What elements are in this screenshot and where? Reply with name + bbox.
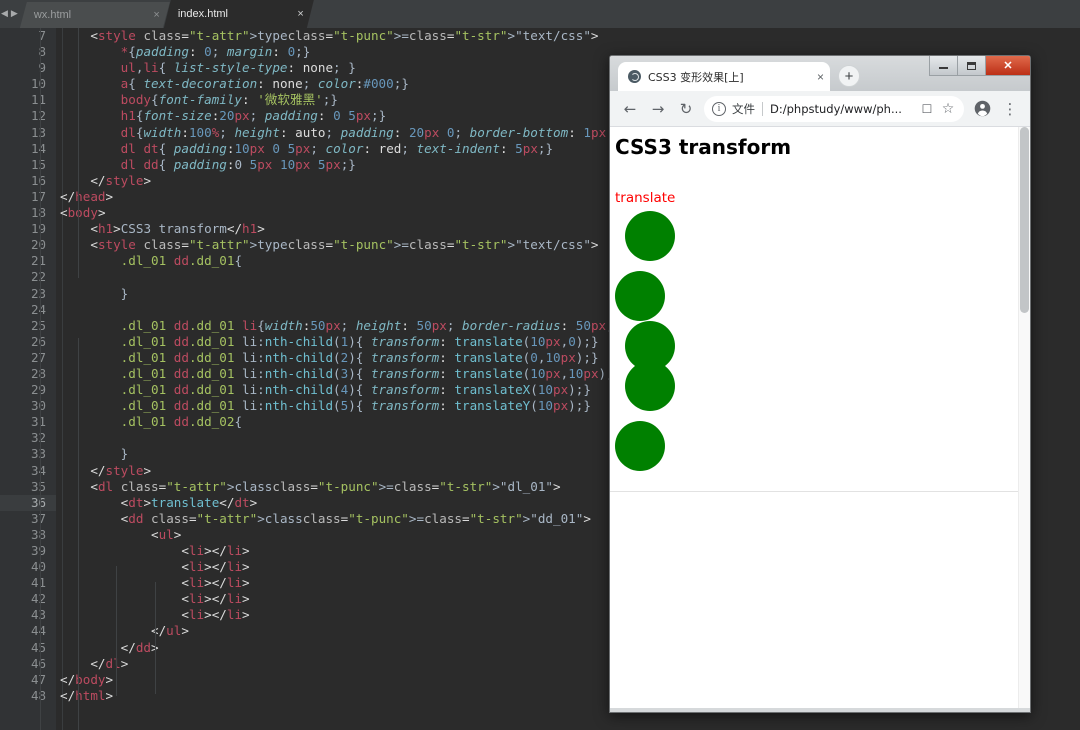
definition-term: translate — [615, 190, 676, 206]
editor-tab-label: wx.html — [33, 9, 72, 21]
line-number: 24 — [30, 301, 46, 317]
line-number: 31 — [30, 414, 46, 430]
chrome-browser-window: ✕ CSS3 变形效果[上] × + ← → ↻ i 文件 D:/phpstud… — [609, 55, 1031, 713]
line-number: 15 — [30, 156, 46, 172]
definition-list: translate — [610, 160, 1018, 492]
circle-list — [615, 211, 1013, 471]
url-scheme-label: 文件 — [732, 101, 755, 116]
line-number: 35 — [30, 478, 46, 494]
page-scrollbar[interactable] — [1018, 127, 1030, 708]
line-number: 37 — [30, 510, 46, 526]
list-item — [615, 271, 665, 321]
line-number: 41 — [30, 575, 46, 591]
page-title: CSS3 transform — [615, 135, 792, 159]
line-number: 18 — [30, 205, 46, 221]
list-item — [625, 361, 675, 411]
chevron-left-icon[interactable]: ◀ — [1, 9, 8, 19]
account-icon[interactable] — [968, 95, 996, 123]
line-number: 40 — [30, 559, 46, 575]
indent-guide — [78, 338, 79, 730]
line-number: 38 — [30, 526, 46, 542]
indent-guide — [40, 28, 41, 730]
omnibox-divider — [762, 101, 763, 116]
scrollbar-thumb[interactable] — [1020, 127, 1029, 313]
close-icon[interactable]: × — [297, 8, 303, 20]
indent-guide — [116, 566, 117, 696]
list-item — [615, 421, 665, 471]
line-number: 34 — [30, 462, 46, 478]
line-number: 22 — [30, 269, 46, 285]
line-number: 44 — [30, 623, 46, 639]
line-number: 43 — [30, 607, 46, 623]
indent-guide — [78, 28, 79, 278]
line-number: 27 — [30, 349, 46, 365]
rendered-page: CSS3 transform translate — [610, 127, 1018, 708]
editor-tab-label: index.html — [177, 8, 228, 20]
back-icon[interactable]: ← — [616, 95, 644, 123]
close-icon[interactable]: × — [153, 9, 159, 21]
line-number: 30 — [30, 398, 46, 414]
list-item — [625, 211, 675, 261]
editor-tab-wx-html[interactable]: wx.html × — [20, 2, 170, 28]
line-number: 48 — [30, 687, 46, 703]
line-number: 39 — [30, 543, 46, 558]
chevron-right-icon[interactable]: ▶ — [11, 9, 18, 19]
browser-toolbar: ← → ↻ i 文件 D:/phpstudy/www/ph... ☐ ☆ ⋮ — [610, 91, 1030, 127]
line-number: 32 — [30, 430, 46, 446]
line-number: 29 — [30, 382, 46, 398]
line-number: 33 — [30, 446, 46, 462]
line-number: 25 — [30, 317, 46, 333]
url-text: D:/phpstudy/www/ph... — [770, 101, 902, 116]
line-number: 36 — [0, 494, 56, 511]
line-number: 20 — [30, 237, 46, 253]
new-tab-button[interactable]: + — [838, 65, 860, 87]
line-number: 14 — [30, 140, 46, 156]
line-number: 45 — [30, 639, 46, 655]
forward-icon[interactable]: → — [644, 95, 672, 123]
bookmark-icon[interactable]: ☆ — [938, 99, 958, 119]
line-number: 9 — [38, 60, 46, 76]
line-number-gutter: 7 8 9 10 11 12 13 14 15 16 17 18 19 20 21 22 23 24 25 26 27 2… — [0, 28, 56, 730]
reload-icon[interactable]: ↻ — [672, 95, 700, 123]
line-number: 11 — [30, 92, 46, 108]
line-number: 19 — [30, 221, 46, 237]
browser-tab-title: CSS3 变形效果[上] — [648, 70, 744, 84]
browser-tab-strip: CSS3 变形效果[上] × + — [610, 62, 1030, 91]
tab-scroll-controls[interactable]: ◀ ▶ — [0, 0, 20, 28]
line-number: 13 — [30, 124, 46, 140]
line-number: 26 — [30, 333, 46, 349]
browser-title-bar[interactable]: ✕ CSS3 变形效果[上] × + — [610, 56, 1030, 91]
line-number: 12 — [30, 108, 46, 124]
line-number: 46 — [30, 655, 46, 671]
share-screen-icon[interactable]: ☐ — [917, 99, 937, 119]
line-number: 42 — [30, 591, 46, 607]
menu-icon[interactable]: ⋮ — [996, 95, 1024, 123]
line-number: 8 — [38, 44, 46, 60]
info-icon[interactable]: i — [712, 101, 726, 116]
line-number: 10 — [30, 76, 46, 92]
editor-tab-bar: ◀ ▶ wx.html × index.html × — [0, 0, 1080, 28]
editor-tab-index-html[interactable]: index.html × — [164, 0, 314, 28]
close-icon[interactable]: × — [817, 70, 824, 84]
line-number: 7 — [38, 28, 46, 43]
line-number: 16 — [30, 172, 46, 188]
line-number: 17 — [30, 188, 46, 204]
line-number: 28 — [30, 365, 46, 381]
code-line[interactable]: <style class="t-attr">typeclass="t-punc"… — [56, 28, 1080, 44]
line-number: 47 — [30, 671, 46, 687]
line-number: 23 — [30, 285, 46, 301]
omnibox-actions: ☐ ☆ — [917, 99, 958, 119]
browser-tab[interactable]: CSS3 变形效果[上] × — [618, 62, 830, 91]
indent-guide — [155, 582, 156, 694]
globe-icon — [628, 70, 641, 83]
page-viewport: CSS3 transform translate — [610, 127, 1030, 708]
line-number: 21 — [30, 253, 46, 269]
definition-description — [610, 211, 1018, 471]
address-bar[interactable]: i 文件 D:/phpstudy/www/ph... ☐ ☆ — [704, 95, 964, 122]
